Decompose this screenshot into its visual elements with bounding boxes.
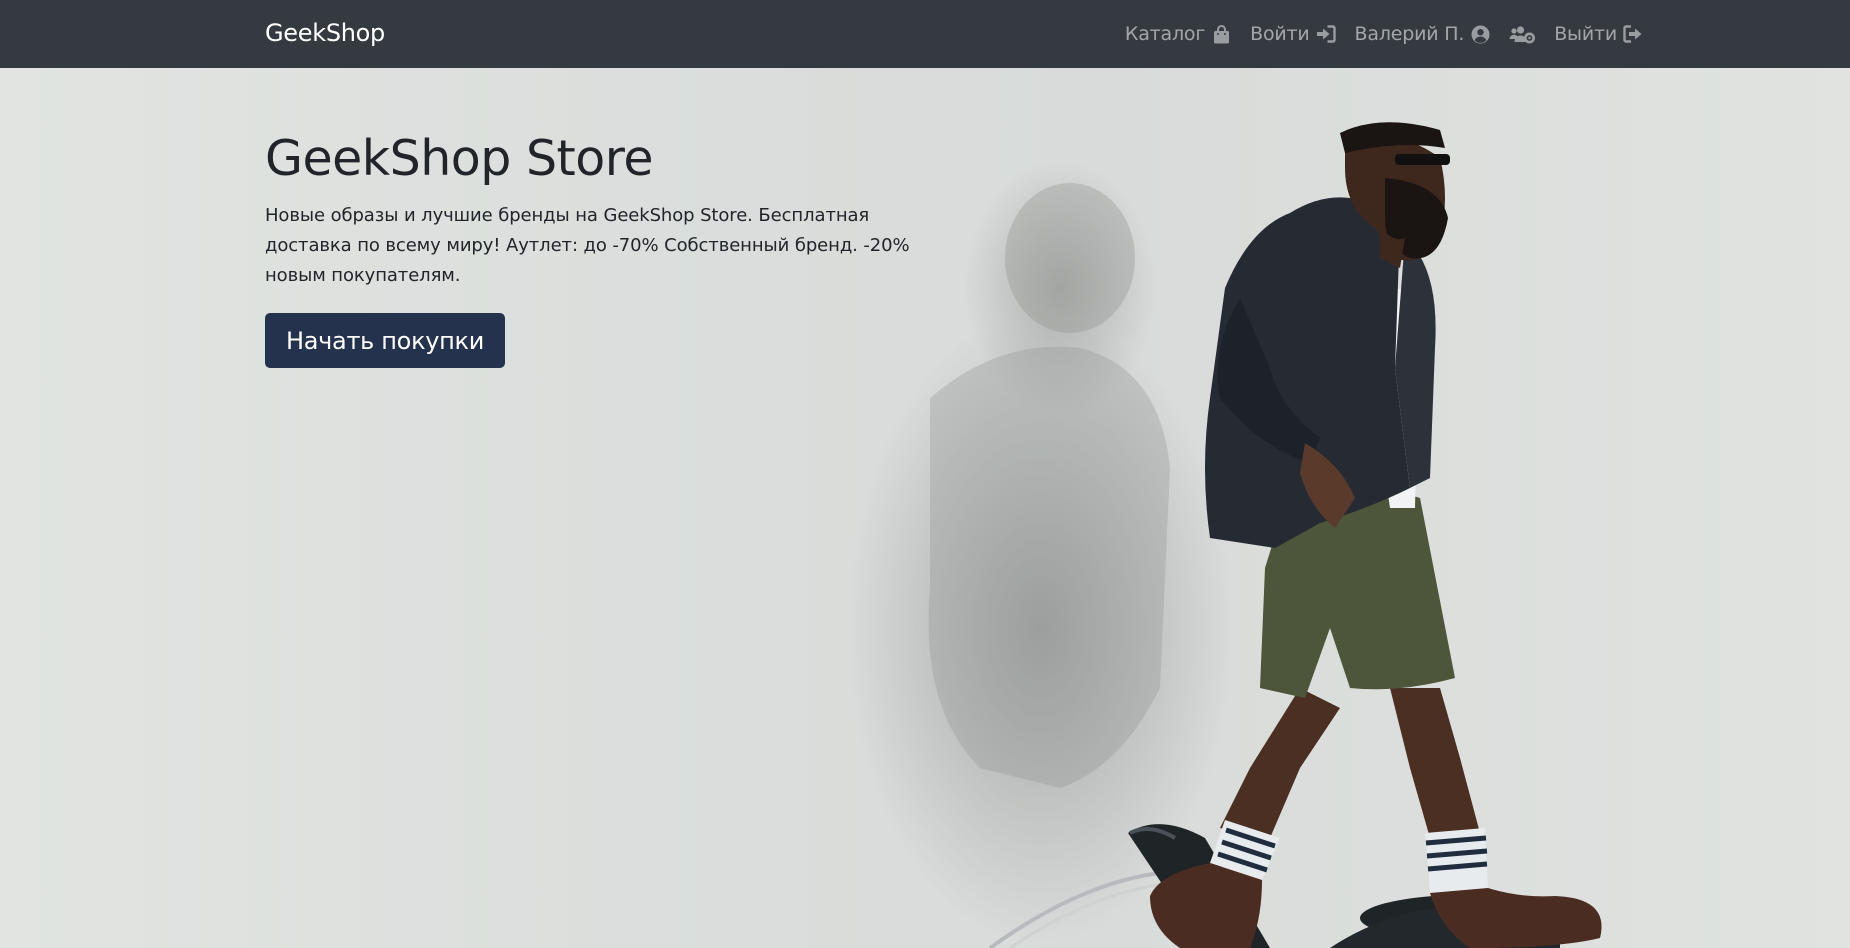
brand-logo-link[interactable]: GeekShop — [265, 19, 385, 47]
start-shopping-button[interactable]: Начать покупки — [265, 312, 506, 368]
nav-login-label: Войти — [1250, 23, 1310, 45]
nav-catalog-label: Каталог — [1124, 23, 1206, 45]
nav-logout-link[interactable]: Выйти — [1554, 23, 1643, 45]
nav-catalog-link[interactable]: Каталог — [1125, 23, 1231, 45]
nav-login-link[interactable]: Войти — [1250, 23, 1336, 45]
hero-title: GeekShop Store — [265, 130, 653, 187]
hero-section: GeekShop Store Новые образы и лучшие бре… — [0, 68, 1850, 948]
nav-admin-link[interactable] — [1509, 24, 1536, 44]
sign-out-icon — [1623, 24, 1643, 44]
user-circle-icon — [1470, 24, 1490, 44]
nav-links: Каталог Войти Валерий П. Выйти — [1106, 0, 1643, 68]
shopping-bag-icon — [1211, 24, 1231, 44]
nav-user-label: Валерий П. — [1354, 23, 1465, 45]
hero-description: Новые образы и лучшие бренды на GeekShop… — [265, 204, 910, 286]
nav-logout-label: Выйти — [1554, 23, 1617, 45]
nav-user-link[interactable]: Валерий П. — [1355, 23, 1491, 45]
hero-content: GeekShop Store Новые образы и лучшие бре… — [265, 132, 915, 368]
top-navbar: GeekShop Каталог Войти Валерий П. Выйти — [0, 0, 1850, 68]
sign-in-icon — [1316, 24, 1336, 44]
users-cog-icon — [1509, 24, 1536, 44]
